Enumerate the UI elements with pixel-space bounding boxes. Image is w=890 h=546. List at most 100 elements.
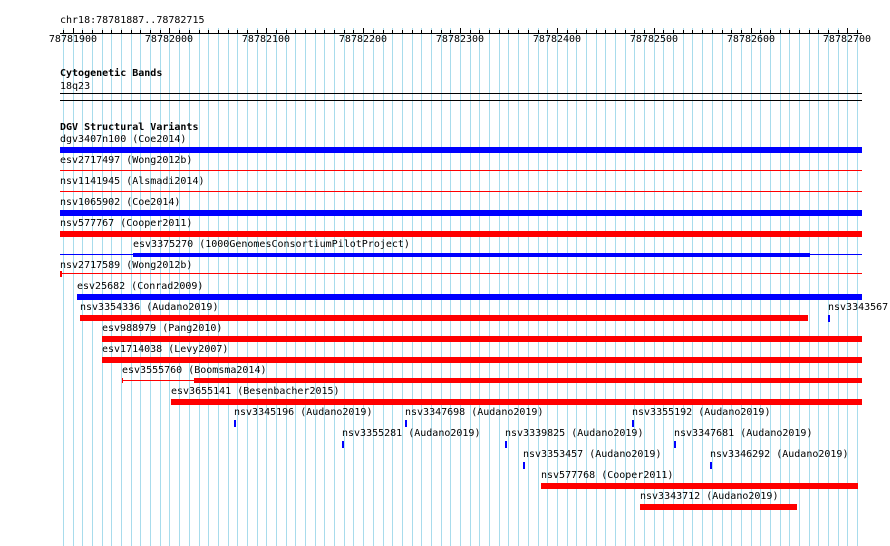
- feature-label[interactable]: nsv3346292 (Audano2019): [710, 449, 848, 460]
- ruler-minor-tick: [702, 30, 703, 34]
- ruler-minor-tick: [150, 30, 151, 34]
- feature-label[interactable]: esv988979 (Pang2010): [102, 323, 222, 334]
- variant-bar-loss[interactable]: [102, 336, 862, 342]
- feature-label[interactable]: nsv3339825 (Audano2019): [505, 428, 643, 439]
- feature-label[interactable]: dgv3407n100 (Coe2014): [60, 134, 186, 145]
- ruler-minor-tick: [373, 30, 374, 34]
- ruler-minor-tick: [809, 30, 810, 34]
- variant-bar-gain[interactable]: [77, 294, 862, 300]
- ruler-minor-tick: [218, 30, 219, 34]
- ruler-minor-tick: [576, 30, 577, 34]
- variant-bar-loss[interactable]: [194, 378, 862, 383]
- variant-line-loss[interactable]: [60, 273, 862, 274]
- ruler-minor-tick: [828, 30, 829, 34]
- ruler-minor-tick: [441, 30, 442, 34]
- feature-label[interactable]: nsv3353457 (Audano2019): [523, 449, 661, 460]
- ruler-minor-tick: [692, 30, 693, 34]
- variant-marker-gain[interactable]: [674, 441, 676, 448]
- variant-bar-gain[interactable]: [60, 210, 862, 216]
- variant-marker-gain[interactable]: [342, 441, 344, 448]
- variant-marker-gain[interactable]: [828, 315, 830, 322]
- variant-bar-loss[interactable]: [640, 504, 797, 510]
- ruler-tick-label: 78782200: [338, 34, 388, 45]
- feature-label[interactable]: esv25682 (Conrad2009): [77, 281, 203, 292]
- feature-label[interactable]: nsv2717589 (Wong2012b): [60, 260, 192, 271]
- ruler-tick-label: 78782700: [822, 34, 872, 45]
- variant-marker-gain[interactable]: [523, 462, 525, 469]
- ruler-minor-tick: [470, 30, 471, 34]
- ruler-minor-tick: [770, 30, 771, 34]
- ruler-minor-tick: [722, 30, 723, 34]
- cytoband-line-top: [60, 93, 862, 94]
- ruler-minor-tick: [586, 30, 587, 34]
- ruler-minor-tick: [789, 30, 790, 34]
- feature-label[interactable]: nsv3345196 (Audano2019): [234, 407, 372, 418]
- feature-label[interactable]: nsv577767 (Cooper2011): [60, 218, 192, 229]
- feature-label[interactable]: esv2717497 (Wong2012b): [60, 155, 192, 166]
- feature-label[interactable]: nsv3355192 (Audano2019): [632, 407, 770, 418]
- feature-label[interactable]: esv3375270 (1000GenomesConsortiumPilotPr…: [133, 239, 410, 250]
- ruler-minor-tick: [189, 30, 190, 34]
- variant-bar-gain[interactable]: [133, 253, 810, 257]
- feature-label[interactable]: nsv577768 (Cooper2011): [541, 470, 673, 481]
- ruler-minor-tick: [295, 30, 296, 34]
- ruler-minor-tick: [741, 30, 742, 34]
- ruler-minor-tick: [644, 30, 645, 34]
- ruler-minor-tick: [596, 30, 597, 34]
- ruler-minor-tick: [605, 30, 606, 34]
- ruler-minor-tick: [634, 30, 635, 34]
- ruler-minor-tick: [538, 30, 539, 34]
- ruler-tick-label: 78782500: [629, 34, 679, 45]
- ruler-minor-tick: [102, 30, 103, 34]
- ruler-tick-label: 78782300: [435, 34, 485, 45]
- feature-label[interactable]: esv3655141 (Besenbacher2015): [171, 386, 340, 397]
- ruler-minor-tick: [818, 30, 819, 34]
- ruler-minor-tick: [92, 30, 93, 34]
- ruler-minor-tick: [518, 30, 519, 34]
- variant-marker-gain[interactable]: [405, 420, 407, 427]
- feature-label[interactable]: esv1714038 (Levy2007): [102, 344, 228, 355]
- variant-bar-loss[interactable]: [60, 231, 862, 237]
- variant-bar-loss[interactable]: [171, 399, 862, 405]
- ruler-minor-tick: [683, 30, 684, 34]
- ruler-tick-label: 78782000: [144, 34, 194, 45]
- feature-label[interactable]: nsv1065902 (Coe2014): [60, 197, 180, 208]
- feature-label[interactable]: esv3555760 (Boomsma2014): [122, 365, 267, 376]
- ruler-minor-tick: [412, 30, 413, 34]
- ruler-minor-tick: [508, 30, 509, 34]
- ruler-minor-tick: [82, 30, 83, 34]
- feature-label[interactable]: nsv3347698 (Audano2019): [405, 407, 543, 418]
- ruler-minor-tick: [257, 30, 258, 34]
- ruler-minor-tick: [489, 30, 490, 34]
- feature-label[interactable]: nsv3347681 (Audano2019): [674, 428, 812, 439]
- ruler-minor-tick: [353, 30, 354, 34]
- ruler-minor-tick: [450, 30, 451, 34]
- variant-marker-gain[interactable]: [505, 441, 507, 448]
- ruler-minor-tick: [160, 30, 161, 34]
- ruler-minor-tick: [547, 30, 548, 34]
- ruler-minor-tick: [228, 30, 229, 34]
- variant-bar-loss[interactable]: [541, 483, 858, 489]
- feature-label[interactable]: nsv1141945 (Alsmadi2014): [60, 176, 205, 187]
- feature-label[interactable]: nsv3343567: [828, 302, 888, 313]
- ruler-tick-label: 78782600: [726, 34, 776, 45]
- feature-label[interactable]: nsv3355281 (Audano2019): [342, 428, 480, 439]
- ruler-minor-tick: [121, 30, 122, 34]
- variant-marker-gain[interactable]: [632, 420, 634, 427]
- variant-marker-gain[interactable]: [710, 462, 712, 469]
- ruler-minor-tick: [857, 30, 858, 34]
- variant-line-loss[interactable]: [60, 191, 862, 192]
- ruler-minor-tick: [324, 30, 325, 34]
- variant-bar-gain[interactable]: [60, 147, 862, 153]
- ruler-tick-label: 78782400: [532, 34, 582, 45]
- variant-line-loss[interactable]: [60, 170, 862, 171]
- variant-bar-loss[interactable]: [102, 357, 862, 363]
- feature-label[interactable]: nsv3354336 (Audano2019): [80, 302, 218, 313]
- variant-bar-loss[interactable]: [80, 315, 808, 321]
- ruler-minor-tick: [199, 30, 200, 34]
- feature-label[interactable]: nsv3343712 (Audano2019): [640, 491, 778, 502]
- ruler-minor-tick: [315, 30, 316, 34]
- ruler-minor-tick: [479, 30, 480, 34]
- variant-marker-gain[interactable]: [234, 420, 236, 427]
- variant-cap-loss: [60, 271, 62, 277]
